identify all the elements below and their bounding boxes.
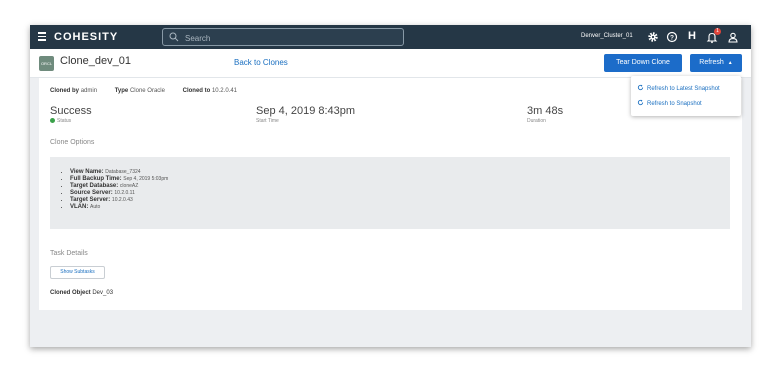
duration-stat: 3m 48s Duration (527, 105, 563, 124)
option-key: View Name: (70, 169, 104, 175)
user-icon[interactable] (727, 30, 739, 44)
page-header: ORCL Clone_dev_01 Back to Clones Tear Do… (30, 49, 751, 78)
option-value: cloneAZ (119, 183, 139, 189)
svg-text:?: ? (670, 34, 674, 41)
notification-badge: 1 (714, 28, 721, 35)
list-item: Target Server: 10.2.0.43 (70, 197, 168, 204)
cloned-by-label: Cloned by (50, 88, 80, 94)
list-item: Target Database: cloneAZ (70, 183, 168, 190)
menu-item-refresh-snapshot[interactable]: Refresh to Snapshot (637, 99, 702, 107)
clone-options-title: Clone Options (50, 139, 95, 146)
menu-icon[interactable] (38, 32, 46, 41)
duration-label: Duration (527, 118, 546, 124)
refresh-dropdown-menu: Refresh to Latest Snapshot Refresh to Sn… (631, 76, 741, 116)
option-value: 10.2.0.11 (114, 190, 135, 196)
start-time-stat: Sep 4, 2019 8:43pm Start Time (256, 105, 355, 124)
cloned-object-label: Cloned Object (50, 290, 91, 296)
menu-item-refresh-latest[interactable]: Refresh to Latest Snapshot (637, 84, 720, 92)
option-key: Source Server: (70, 190, 113, 196)
clone-options-box: View Name: Database_7324 Full Backup Tim… (50, 157, 730, 229)
refresh-icon (637, 84, 644, 91)
clone-meta-row: Cloned by admin Type Clone Oracle Cloned… (50, 88, 253, 94)
search-box[interactable] (162, 28, 404, 46)
cluster-selector[interactable]: Denver_Cluster_01 (581, 33, 633, 39)
refresh-button-label: Refresh (699, 59, 724, 66)
status-label: Status (57, 118, 72, 124)
option-value: Database_7324 (105, 169, 141, 175)
success-dot-icon (50, 118, 55, 123)
cloned-by-value: admin (80, 88, 98, 94)
cloned-object-value: Dev_03 (92, 290, 114, 296)
status-value: Success (50, 105, 92, 117)
clone-options-list: View Name: Database_7324 Full Backup Tim… (50, 169, 168, 211)
cloned-to-value: 10.2.0.41 (211, 88, 237, 94)
option-key: Target Server: (70, 197, 111, 203)
h-icon[interactable]: H (688, 30, 696, 42)
page-title: Clone_dev_01 (60, 55, 131, 67)
option-value: Sep 4, 2019 5:03pm (123, 176, 169, 182)
list-item: View Name: Database_7324 (70, 169, 168, 176)
option-value: 10.2.0.43 (111, 197, 133, 203)
top-navigation-bar: COHESITY Denver_Cluster_01 ? H 1 (30, 25, 751, 49)
list-item: VLAN: Auto (70, 204, 168, 211)
cohesity-logo: COHESITY (54, 31, 119, 43)
refresh-icon (637, 99, 644, 106)
duration-value: 3m 48s (527, 105, 564, 117)
refresh-button[interactable]: Refresh ▲ (690, 54, 742, 72)
app-window: COHESITY Denver_Cluster_01 ? H 1 (30, 25, 751, 347)
menu-item-label: Refresh to Latest Snapshot (647, 86, 720, 92)
help-icon[interactable]: ? (666, 30, 678, 44)
task-details-title: Task Details (50, 250, 88, 257)
oracle-db-icon: ORCL (39, 56, 54, 71)
show-subtasks-button[interactable]: Show Subtasks (50, 266, 105, 279)
gear-icon[interactable] (647, 30, 659, 44)
caret-down-icon: ▲ (727, 60, 733, 66)
type-label: Type (114, 88, 129, 94)
option-key: Full Backup Time: (70, 176, 122, 182)
status-stat: Success Status (50, 105, 92, 124)
list-item: Full Backup Time: Sep 4, 2019 5:03pm (70, 176, 168, 183)
option-value: Auto (90, 204, 101, 210)
start-time-label: Start Time (256, 118, 279, 124)
tear-down-clone-button[interactable]: Tear Down Clone (604, 54, 682, 72)
search-input[interactable] (183, 30, 397, 46)
cloned-object-row: Cloned Object Dev_03 (50, 290, 113, 296)
type-value: Clone Oracle (129, 88, 165, 94)
back-to-clones-link[interactable]: Back to Clones (234, 58, 288, 67)
start-time-value: Sep 4, 2019 8:43pm (256, 105, 356, 117)
cloned-to-label: Cloned to (182, 88, 211, 94)
menu-item-label: Refresh to Snapshot (647, 101, 702, 107)
list-item: Source Server: 10.2.0.11 (70, 190, 168, 197)
option-key: Target Database: (70, 183, 119, 189)
option-key: VLAN: (70, 204, 89, 210)
search-icon (169, 32, 179, 42)
